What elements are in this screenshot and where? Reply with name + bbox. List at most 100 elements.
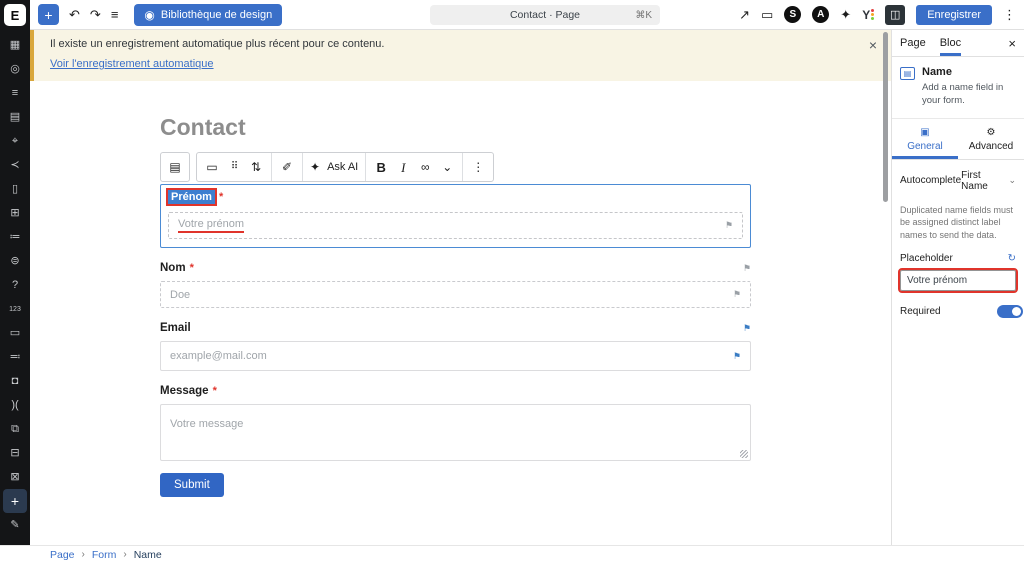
message-placeholder: Votre message bbox=[170, 418, 243, 430]
message-label[interactable]: Message bbox=[160, 385, 209, 397]
inspector-close-icon[interactable]: × bbox=[1008, 36, 1016, 51]
block-type-icon[interactable]: ▭ bbox=[201, 153, 223, 181]
redo-icon[interactable]: ↷ bbox=[90, 8, 101, 21]
view-site-icon[interactable]: ↗ bbox=[739, 8, 750, 21]
s-plugin-icon[interactable]: S bbox=[784, 6, 801, 23]
outline-icon[interactable]: ≕ bbox=[3, 345, 27, 369]
bookmark-icon[interactable]: ▯ bbox=[3, 177, 27, 201]
form-icon[interactable]: ▭ bbox=[3, 321, 27, 345]
design-library-button[interactable]: ◉ Bibliothèque de design bbox=[134, 4, 282, 26]
numbers-icon[interactable]: 123 bbox=[3, 297, 27, 321]
breadcrumb-form[interactable]: Form bbox=[92, 549, 117, 561]
layers-icon[interactable]: ≡ bbox=[3, 81, 27, 105]
styles-brush-icon[interactable]: ✐ bbox=[276, 153, 298, 181]
design-library-icon: ◉ bbox=[144, 8, 154, 22]
brackets-icon[interactable]: )( bbox=[3, 393, 27, 417]
nom-required-star: * bbox=[190, 262, 194, 274]
click-tracking-icon[interactable]: ⌖ bbox=[3, 129, 27, 153]
site-logo[interactable]: E bbox=[4, 4, 26, 26]
nom-placeholder: Doe bbox=[170, 289, 190, 301]
tab-advanced[interactable]: ⚙ Advanced bbox=[958, 119, 1024, 159]
edit-pencil-icon[interactable]: ✎ bbox=[3, 513, 27, 537]
tab-block[interactable]: Bloc bbox=[940, 30, 961, 56]
email-label-flag-icon[interactable]: ⚑ bbox=[743, 323, 751, 334]
textarea-resize-handle[interactable] bbox=[740, 450, 748, 458]
more-formats-chevron-icon[interactable]: ⌄ bbox=[436, 153, 458, 181]
drag-handle-icon[interactable]: ⠿ bbox=[223, 153, 245, 181]
apps-grid-icon[interactable]: ⊞ bbox=[3, 201, 27, 225]
add-icon[interactable]: + bbox=[3, 489, 27, 513]
target-icon[interactable]: ◎ bbox=[3, 57, 27, 81]
bold-button[interactable]: B bbox=[370, 153, 392, 181]
save-button[interactable]: Enregistrer bbox=[916, 5, 992, 25]
field-block-prenom[interactable]: Prénom * Votre prénom ⚑ bbox=[160, 184, 751, 248]
field-block-nom[interactable]: Nom * ⚑ Doe ⚑ bbox=[160, 262, 751, 308]
contact-form: Prénom * Votre prénom ⚑ bbox=[160, 184, 751, 497]
block-options-kebab-icon[interactable]: ⋮ bbox=[467, 153, 489, 181]
options-kebab-icon[interactable]: ⋮ bbox=[1003, 8, 1016, 21]
nom-input[interactable]: Doe ⚑ bbox=[160, 281, 751, 308]
email-label[interactable]: Email bbox=[160, 322, 191, 334]
help-icon[interactable]: ? bbox=[3, 273, 27, 297]
nom-label-flag-icon[interactable]: ⚑ bbox=[743, 263, 751, 274]
field-block-message[interactable]: Message * Votre message bbox=[160, 385, 751, 461]
yoast-letter: Y bbox=[862, 8, 870, 22]
breadcrumb-page[interactable]: Page bbox=[50, 549, 75, 561]
comments-icon[interactable]: ◘ bbox=[3, 369, 27, 393]
autocomplete-select[interactable]: First Name ⌄ bbox=[961, 170, 1016, 192]
italic-button[interactable]: I bbox=[392, 153, 414, 181]
design-library-label: Bibliothèque de design bbox=[161, 9, 272, 21]
nom-label[interactable]: Nom bbox=[160, 262, 186, 274]
tab-page[interactable]: Page bbox=[900, 30, 926, 56]
submit-button[interactable]: Submit bbox=[160, 473, 224, 497]
canvas-scrollbar[interactable] bbox=[883, 32, 888, 202]
device-preview-icon[interactable]: ▭ bbox=[761, 8, 773, 21]
media-icon[interactable]: ▦ bbox=[3, 33, 27, 57]
command-center-button[interactable]: Contact · Page ⌘K bbox=[430, 5, 660, 25]
required-label: Required bbox=[900, 306, 941, 317]
block-movers-icon[interactable]: ⇅ bbox=[245, 153, 267, 181]
calendar-icon[interactable]: ⊟ bbox=[3, 441, 27, 465]
name-block-icon: ▤ bbox=[900, 67, 915, 80]
prenom-required-star: * bbox=[219, 191, 223, 203]
link-icon[interactable]: ∞ bbox=[414, 153, 436, 181]
prenom-label[interactable]: Prénom bbox=[168, 190, 215, 204]
list-view-icon[interactable]: ≡ bbox=[111, 8, 119, 21]
field-block-email[interactable]: Email ⚑ example@mail.com ⚑ bbox=[160, 322, 751, 371]
prenom-input[interactable]: Votre prénom ⚑ bbox=[168, 212, 743, 239]
duplicate-icon[interactable]: ⧉ bbox=[3, 417, 27, 441]
ai-sparkles-icon[interactable]: ✦ bbox=[840, 8, 851, 21]
a-plugin-icon[interactable]: A bbox=[812, 6, 829, 23]
page-title[interactable]: Contact bbox=[160, 114, 891, 141]
block-toolbar: ▤ ▭ ⠿ ⇅ ✐ bbox=[160, 152, 891, 182]
tab-general[interactable]: ▣ General bbox=[892, 119, 958, 159]
document-icon[interactable]: ▤ bbox=[3, 105, 27, 129]
table-icon[interactable]: ⊠ bbox=[3, 465, 27, 489]
required-toggle[interactable] bbox=[997, 305, 1023, 318]
yoast-seo-icon[interactable]: Y bbox=[862, 8, 874, 22]
parent-form-block-button[interactable]: ▤ bbox=[160, 152, 190, 182]
placeholder-input[interactable] bbox=[900, 270, 1016, 291]
reset-icon[interactable]: ↻ bbox=[1008, 253, 1016, 264]
ask-ai-button[interactable]: ✦ Ask AI bbox=[307, 153, 361, 181]
embed-icon[interactable]: ⊜ bbox=[3, 249, 27, 273]
undo-icon[interactable]: ↶ bbox=[69, 8, 80, 21]
prenom-flag-icon[interactable]: ⚑ bbox=[725, 220, 733, 231]
ai-spark-icon: ✦ bbox=[310, 161, 320, 173]
email-input-flag-icon[interactable]: ⚑ bbox=[733, 351, 741, 362]
prenom-placeholder: Votre prénom bbox=[178, 218, 244, 233]
editor-canvas: Il existe un enregistrement automatique … bbox=[30, 30, 891, 545]
autocomplete-value: First Name bbox=[961, 170, 1004, 192]
view-autosave-link[interactable]: Voir l'enregistrement automatique bbox=[50, 58, 214, 70]
email-input[interactable]: example@mail.com ⚑ bbox=[160, 341, 751, 371]
list-icon[interactable]: ≔ bbox=[3, 225, 27, 249]
settings-panel-toggle-icon[interactable]: ◫ bbox=[885, 5, 905, 25]
inserter-button[interactable]: + bbox=[38, 4, 59, 25]
breadcrumb: Page › Form › Name bbox=[0, 545, 1024, 563]
share-icon[interactable]: ≺ bbox=[3, 153, 27, 177]
block-card-description: Add a name field in your form. bbox=[922, 82, 1016, 108]
yoast-traffic-dots bbox=[871, 9, 874, 20]
notice-close-icon[interactable]: × bbox=[869, 38, 877, 52]
nom-input-flag-icon[interactable]: ⚑ bbox=[733, 289, 741, 300]
message-textarea[interactable]: Votre message bbox=[160, 404, 751, 461]
